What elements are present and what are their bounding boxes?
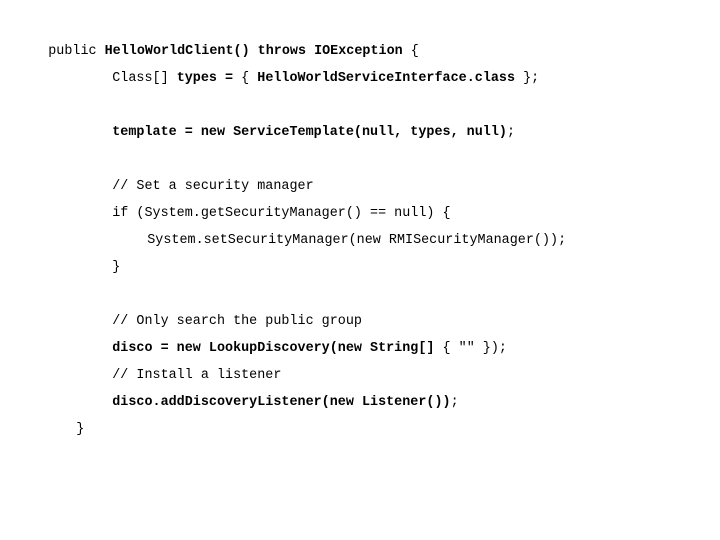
code-line-types-declaration: Class[] types = { HelloWorldServiceInter… [80,55,539,103]
code-brace: }; [523,71,540,86]
code-brace: } [76,422,85,437]
code-semicolon: ; [506,125,516,140]
code-listing: public HelloWorldClient() throws IOExcep… [0,0,720,540]
code-line-if-close: } [80,244,120,292]
code-array-literal: { "" }); [442,341,507,356]
code-brace: } [112,260,121,275]
code-identifier: types = [176,71,242,86]
code-statement: System.setSecurityManager(new RMISecurit… [147,233,567,248]
code-semicolon: ; [450,395,459,410]
code-type: Class[] [112,71,177,86]
code-class-literal: HelloWorldServiceInterface.class [257,71,524,86]
code-statement: disco.addDiscoveryListener(new Listener(… [112,395,451,410]
code-brace: { [241,71,258,86]
code-line-constructor-close: } [44,406,84,454]
code-line-template-assignment: template = new ServiceTemplate(null, typ… [80,109,515,157]
code-line-set-security-manager: System.setSecurityManager(new RMISecurit… [115,217,566,265]
code-statement: template = new ServiceTemplate(null, typ… [112,125,507,140]
code-line-add-listener: disco.addDiscoveryListener(new Listener(… [80,379,459,427]
